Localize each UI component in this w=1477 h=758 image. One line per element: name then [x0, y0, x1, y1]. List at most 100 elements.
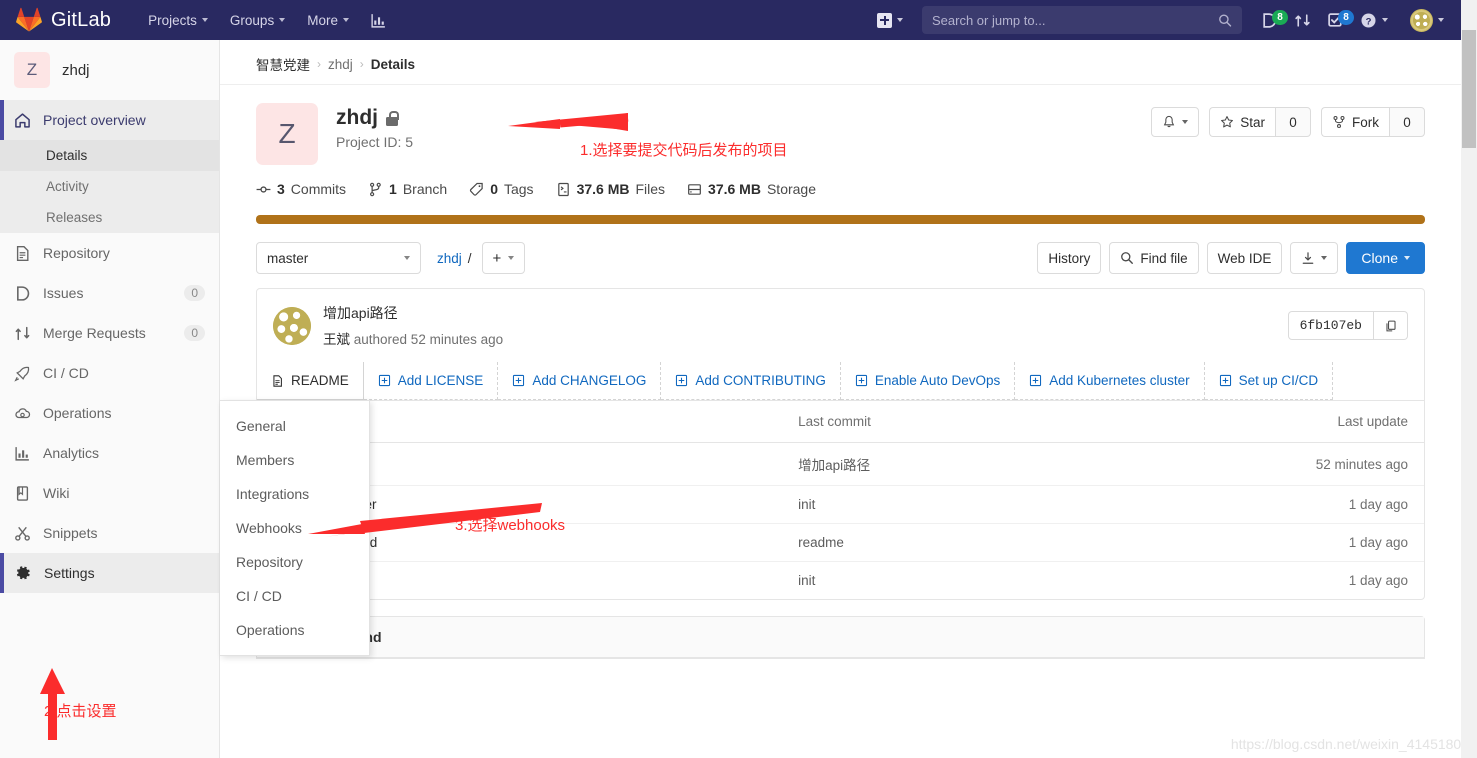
stat-commits[interactable]: 3 Commits [256, 181, 346, 197]
commit-author[interactable]: 王斌 [323, 332, 350, 347]
nav-groups[interactable]: Groups [221, 7, 294, 34]
readme-panel-header: README.md [257, 617, 1424, 658]
breadcrumb-item-project[interactable]: zhdj [328, 57, 353, 72]
flyout-item-ci-cd[interactable]: CI / CD [220, 579, 369, 613]
stat-label: Commits [291, 181, 346, 197]
copy-sha-button[interactable] [1374, 311, 1408, 340]
quick-action-add-changelog[interactable]: Add CHANGELOG [498, 362, 661, 400]
user-menu-button[interactable] [1397, 4, 1451, 37]
issues-icon [14, 285, 31, 302]
stat-files[interactable]: 37.6 MB Files [556, 181, 665, 197]
table-row[interactable]: M↓ README.md readme 1 day ago [257, 524, 1424, 562]
quick-action-label: Add Kubernetes cluster [1049, 373, 1189, 388]
sidebar-item-label: Wiki [43, 485, 205, 501]
repository-panel: 增加api路径 王斌 authored 52 minutes ago 6fb10… [256, 288, 1425, 600]
sidebar-item-settings[interactable]: Settings [0, 553, 219, 593]
gitlab-tanuki-icon[interactable] [16, 7, 42, 33]
quick-action-label: Add LICENSE [398, 373, 484, 388]
path-separator: / [468, 251, 472, 266]
flyout-item-general[interactable]: General [220, 409, 369, 443]
help-button[interactable]: ? [1353, 7, 1395, 34]
file-list-table: Name Last commit Last update admin-web 增… [257, 401, 1424, 599]
sidebar-item-issues[interactable]: Issues 0 [0, 273, 219, 313]
web-ide-button[interactable]: Web IDE [1207, 242, 1283, 274]
sidebar-subitem-details[interactable]: Details [0, 140, 219, 171]
sidebar-subitem-activity[interactable]: Activity [0, 171, 219, 202]
commit-sha-group: 6fb107eb [1288, 311, 1408, 340]
sidebar-item-wiki[interactable]: Wiki [0, 473, 219, 513]
create-new-button[interactable] [870, 8, 910, 33]
language-segment-java[interactable] [256, 215, 1425, 224]
branch-selector[interactable]: master [256, 242, 421, 274]
chevron-down-icon [897, 18, 903, 22]
table-row[interactable]: admin-web 增加api路径 52 minutes ago [257, 443, 1424, 486]
quick-actions-bar: README Add LICENSE Add CHANGELOG [257, 362, 1424, 401]
scrollbar-thumb[interactable] [1462, 30, 1476, 148]
vertical-scrollbar[interactable] [1461, 0, 1477, 758]
avatar [1410, 9, 1433, 32]
flyout-item-repository[interactable]: Repository [220, 545, 369, 579]
sidebar-project-header[interactable]: Z zhdj [0, 40, 219, 100]
nav-analytics-button[interactable] [362, 6, 395, 35]
project-avatar: Z [256, 103, 318, 165]
download-button[interactable] [1290, 242, 1338, 274]
quick-action-enable-auto-devops[interactable]: Enable Auto DevOps [841, 362, 1015, 400]
sidebar-item-count: 0 [184, 285, 205, 301]
star-button[interactable]: Star [1209, 107, 1275, 137]
table-row[interactable]: base-mapper init 1 day ago [257, 486, 1424, 524]
search-input-wrapper[interactable] [922, 6, 1242, 34]
file-last-commit[interactable]: readme [782, 524, 1076, 562]
file-last-commit[interactable]: 增加api路径 [782, 443, 1076, 486]
find-file-button[interactable]: Find file [1109, 242, 1198, 274]
fork-button[interactable]: Fork [1321, 107, 1389, 137]
annotation-text-1: 1.选择要提交代码后发布的项目 [580, 139, 788, 160]
chevron-down-icon [404, 256, 410, 260]
nav-merge-requests-button[interactable] [1287, 7, 1318, 34]
flyout-item-webhooks[interactable]: Webhooks [220, 511, 369, 545]
chevron-down-icon [1321, 256, 1327, 260]
nav-issues-button[interactable]: 8 [1254, 7, 1285, 34]
commit-sha[interactable]: 6fb107eb [1288, 311, 1374, 340]
stat-value: 37.6 MB [577, 181, 630, 197]
sidebar-item-ci-cd[interactable]: CI / CD [0, 353, 219, 393]
copy-icon [1384, 319, 1398, 333]
commit-time: authored 52 minutes ago [354, 332, 503, 347]
quick-action-add-kubernetes-cluster[interactable]: Add Kubernetes cluster [1015, 362, 1204, 400]
stat-branches[interactable]: 1 Branch [368, 181, 447, 197]
nav-more[interactable]: More [298, 7, 358, 34]
add-to-repo-button[interactable]: + [482, 242, 526, 274]
flyout-item-operations[interactable]: Operations [220, 613, 369, 647]
flyout-item-integrations[interactable]: Integrations [220, 477, 369, 511]
sidebar-item-project-overview[interactable]: Project overview [0, 100, 219, 140]
search-input[interactable] [932, 13, 1218, 28]
language-bar[interactable] [256, 215, 1425, 224]
nav-projects-label: Projects [148, 13, 197, 28]
table-row[interactable]: <> pom.xml init 1 day ago [257, 562, 1424, 600]
quick-action-set-up-ci-cd[interactable]: Set up CI/CD [1205, 362, 1334, 400]
history-button[interactable]: History [1037, 242, 1101, 274]
quick-action-readme[interactable]: README [257, 362, 364, 400]
quick-action-add-contributing[interactable]: Add CONTRIBUTING [661, 362, 841, 400]
sidebar-item-merge-requests[interactable]: Merge Requests 0 [0, 313, 219, 353]
bell-icon [1162, 115, 1176, 129]
sidebar-item-repository[interactable]: Repository [0, 233, 219, 273]
notification-button[interactable] [1151, 107, 1199, 137]
nav-projects[interactable]: Projects [139, 7, 217, 34]
clone-button[interactable]: Clone [1346, 242, 1425, 274]
path-root-link[interactable]: zhdj [437, 251, 462, 266]
brand-name[interactable]: GitLab [51, 9, 111, 32]
sidebar-item-operations[interactable]: Operations [0, 393, 219, 433]
breadcrumb-item-group[interactable]: 智慧党建 [256, 54, 310, 74]
sidebar-item-snippets[interactable]: Snippets [0, 513, 219, 553]
commit-message[interactable]: 增加api路径 [323, 303, 503, 323]
nav-todos-button[interactable]: 8 [1320, 7, 1351, 34]
file-last-commit[interactable]: init [782, 486, 1076, 524]
stat-tags[interactable]: 0 Tags [469, 181, 533, 197]
quick-action-add-license[interactable]: Add LICENSE [364, 362, 499, 400]
history-label: History [1048, 251, 1090, 266]
sidebar-item-analytics[interactable]: Analytics [0, 433, 219, 473]
sidebar-subitem-releases[interactable]: Releases [0, 202, 219, 233]
plus-square-icon [512, 374, 525, 387]
file-last-commit[interactable]: init [782, 562, 1076, 600]
flyout-item-members[interactable]: Members [220, 443, 369, 477]
